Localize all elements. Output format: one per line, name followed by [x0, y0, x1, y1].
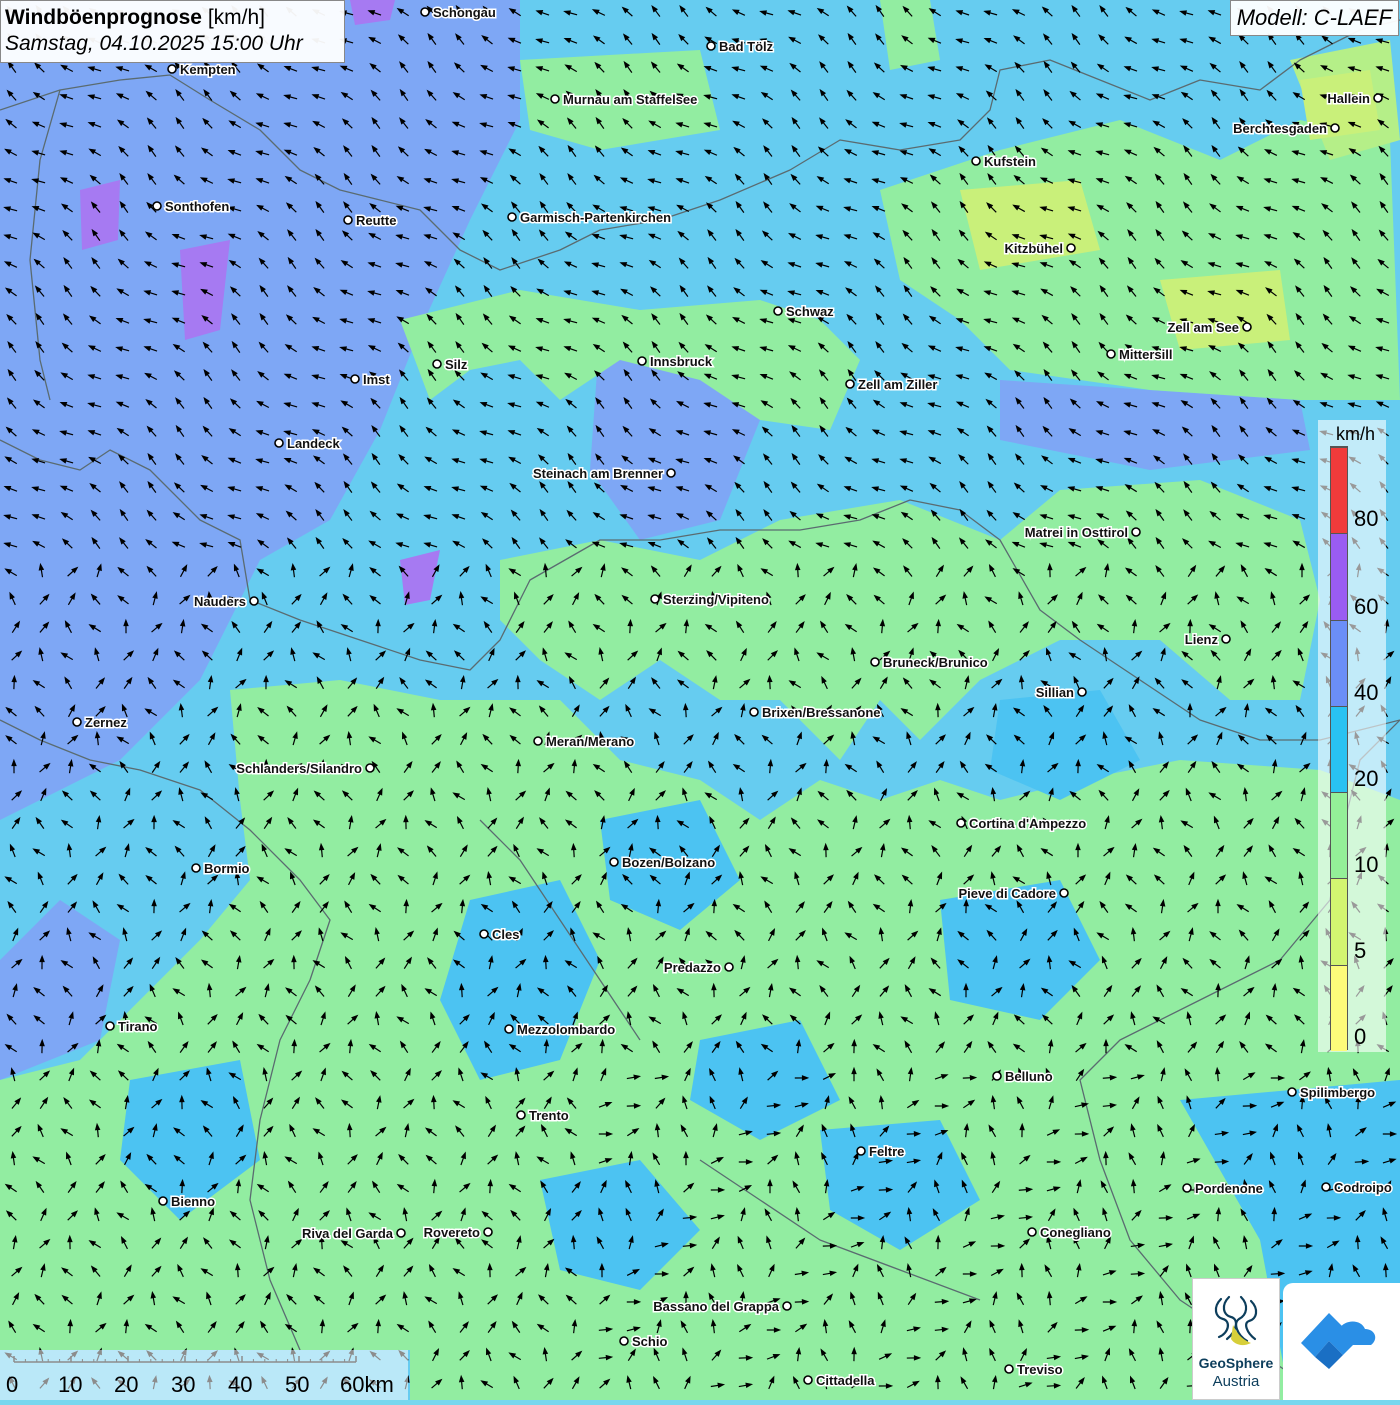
- gust-area-5-10: [1160, 270, 1290, 350]
- wind-gust-map: SchongauBad TölzKemptenMurnau am Staffel…: [0, 0, 1400, 1400]
- gust-area-60-80: [80, 180, 120, 250]
